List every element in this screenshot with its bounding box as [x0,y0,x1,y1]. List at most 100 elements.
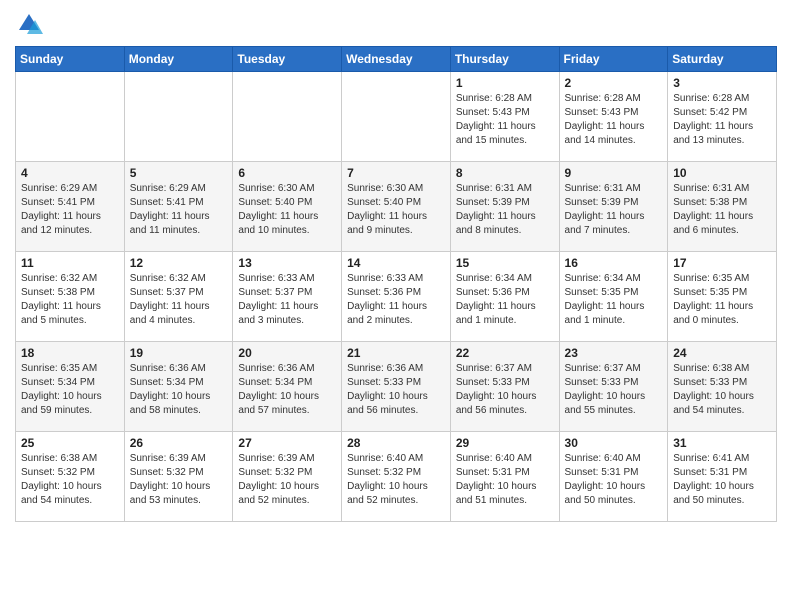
calendar-cell: 1 Sunrise: 6:28 AM Sunset: 5:43 PM Daylig… [450,72,559,162]
day-info: Sunrise: 6:40 AM Sunset: 5:32 PM Dayligh… [347,452,445,508]
calendar-cell: 10 Sunrise: 6:31 AM Sunset: 5:38 PM Dayli… [668,162,777,252]
day-info: Sunrise: 6:36 AM Sunset: 5:34 PM Dayligh… [130,362,228,418]
calendar-cell: 9 Sunrise: 6:31 AM Sunset: 5:39 PM Daylig… [559,162,668,252]
day-info: Sunrise: 6:32 AM Sunset: 5:37 PM Dayligh… [130,272,228,328]
page-header [15,10,777,38]
logo [15,10,47,38]
calendar-cell: 8 Sunrise: 6:31 AM Sunset: 5:39 PM Daylig… [450,162,559,252]
day-number: 24 [673,346,771,360]
week-row-4: 25 Sunrise: 6:38 AM Sunset: 5:32 PM Dayli… [16,432,777,522]
day-info: Sunrise: 6:33 AM Sunset: 5:36 PM Dayligh… [347,272,445,328]
day-number: 8 [456,166,554,180]
calendar-cell: 27 Sunrise: 6:39 AM Sunset: 5:32 PM Dayli… [233,432,342,522]
day-number: 1 [456,76,554,90]
calendar-cell: 7 Sunrise: 6:30 AM Sunset: 5:40 PM Daylig… [342,162,451,252]
calendar-cell: 4 Sunrise: 6:29 AM Sunset: 5:41 PM Daylig… [16,162,125,252]
calendar-cell: 3 Sunrise: 6:28 AM Sunset: 5:42 PM Daylig… [668,72,777,162]
week-row-1: 4 Sunrise: 6:29 AM Sunset: 5:41 PM Daylig… [16,162,777,252]
calendar-cell: 26 Sunrise: 6:39 AM Sunset: 5:32 PM Dayli… [124,432,233,522]
day-info: Sunrise: 6:35 AM Sunset: 5:35 PM Dayligh… [673,272,771,328]
day-number: 27 [238,436,336,450]
day-info: Sunrise: 6:29 AM Sunset: 5:41 PM Dayligh… [21,182,119,238]
day-number: 25 [21,436,119,450]
calendar-cell: 6 Sunrise: 6:30 AM Sunset: 5:40 PM Daylig… [233,162,342,252]
day-info: Sunrise: 6:30 AM Sunset: 5:40 PM Dayligh… [347,182,445,238]
day-number: 10 [673,166,771,180]
day-info: Sunrise: 6:30 AM Sunset: 5:40 PM Dayligh… [238,182,336,238]
day-info: Sunrise: 6:38 AM Sunset: 5:32 PM Dayligh… [21,452,119,508]
day-info: Sunrise: 6:31 AM Sunset: 5:39 PM Dayligh… [456,182,554,238]
day-number: 13 [238,256,336,270]
calendar-cell [342,72,451,162]
day-number: 26 [130,436,228,450]
day-number: 23 [565,346,663,360]
calendar-cell: 19 Sunrise: 6:36 AM Sunset: 5:34 PM Dayli… [124,342,233,432]
calendar-cell: 13 Sunrise: 6:33 AM Sunset: 5:37 PM Dayli… [233,252,342,342]
day-info: Sunrise: 6:28 AM Sunset: 5:43 PM Dayligh… [456,92,554,148]
week-row-0: 1 Sunrise: 6:28 AM Sunset: 5:43 PM Daylig… [16,72,777,162]
calendar-cell: 29Sunrise: 6:40 AM Sunset: 5:31 PM Dayli… [450,432,559,522]
day-info: Sunrise: 6:40 AM Sunset: 5:31 PM Dayligh… [456,452,554,508]
day-info: Sunrise: 6:28 AM Sunset: 5:42 PM Dayligh… [673,92,771,148]
header-thursday: Thursday [450,47,559,72]
day-number: 20 [238,346,336,360]
day-number: 6 [238,166,336,180]
calendar-cell: 18Sunrise: 6:35 AM Sunset: 5:34 PM Dayli… [16,342,125,432]
day-info: Sunrise: 6:39 AM Sunset: 5:32 PM Dayligh… [130,452,228,508]
day-number: 28 [347,436,445,450]
day-number: 9 [565,166,663,180]
header-saturday: Saturday [668,47,777,72]
day-info: Sunrise: 6:31 AM Sunset: 5:38 PM Dayligh… [673,182,771,238]
calendar-cell: 20 Sunrise: 6:36 AM Sunset: 5:34 PM Dayli… [233,342,342,432]
calendar-cell [233,72,342,162]
calendar-cell: 12Sunrise: 6:32 AM Sunset: 5:37 PM Dayli… [124,252,233,342]
header-monday: Monday [124,47,233,72]
header-sunday: Sunday [16,47,125,72]
calendar-cell: 14 Sunrise: 6:33 AM Sunset: 5:36 PM Dayli… [342,252,451,342]
calendar-cell: 2Sunrise: 6:28 AM Sunset: 5:43 PM Daylig… [559,72,668,162]
calendar-cell: 31Sunrise: 6:41 AM Sunset: 5:31 PM Dayli… [668,432,777,522]
day-info: Sunrise: 6:29 AM Sunset: 5:41 PM Dayligh… [130,182,228,238]
day-info: Sunrise: 6:33 AM Sunset: 5:37 PM Dayligh… [238,272,336,328]
calendar-cell [16,72,125,162]
day-info: Sunrise: 6:35 AM Sunset: 5:34 PM Dayligh… [21,362,119,418]
day-number: 5 [130,166,228,180]
day-number: 15 [456,256,554,270]
calendar-cell: 16Sunrise: 6:34 AM Sunset: 5:35 PM Dayli… [559,252,668,342]
calendar-cell [124,72,233,162]
calendar-cell: 22 Sunrise: 6:37 AM Sunset: 5:33 PM Dayli… [450,342,559,432]
logo-icon [15,10,43,38]
header-tuesday: Tuesday [233,47,342,72]
calendar-cell: 30Sunrise: 6:40 AM Sunset: 5:31 PM Dayli… [559,432,668,522]
header-wednesday: Wednesday [342,47,451,72]
calendar-table: SundayMondayTuesdayWednesdayThursdayFrid… [15,46,777,522]
calendar-header-row: SundayMondayTuesdayWednesdayThursdayFrid… [16,47,777,72]
day-number: 16 [565,256,663,270]
calendar-cell: 11Sunrise: 6:32 AM Sunset: 5:38 PM Dayli… [16,252,125,342]
day-number: 11 [21,256,119,270]
day-number: 17 [673,256,771,270]
header-friday: Friday [559,47,668,72]
day-number: 22 [456,346,554,360]
day-info: Sunrise: 6:28 AM Sunset: 5:43 PM Dayligh… [565,92,663,148]
day-number: 7 [347,166,445,180]
calendar-cell: 28 Sunrise: 6:40 AM Sunset: 5:32 PM Dayli… [342,432,451,522]
calendar-cell: 5 Sunrise: 6:29 AM Sunset: 5:41 PM Daylig… [124,162,233,252]
day-info: Sunrise: 6:39 AM Sunset: 5:32 PM Dayligh… [238,452,336,508]
calendar-cell: 17 Sunrise: 6:35 AM Sunset: 5:35 PM Dayli… [668,252,777,342]
day-number: 19 [130,346,228,360]
day-info: Sunrise: 6:40 AM Sunset: 5:31 PM Dayligh… [565,452,663,508]
day-info: Sunrise: 6:36 AM Sunset: 5:34 PM Dayligh… [238,362,336,418]
day-info: Sunrise: 6:37 AM Sunset: 5:33 PM Dayligh… [456,362,554,418]
day-number: 14 [347,256,445,270]
day-info: Sunrise: 6:36 AM Sunset: 5:33 PM Dayligh… [347,362,445,418]
day-info: Sunrise: 6:31 AM Sunset: 5:39 PM Dayligh… [565,182,663,238]
day-number: 4 [21,166,119,180]
calendar-cell: 24Sunrise: 6:38 AM Sunset: 5:33 PM Dayli… [668,342,777,432]
calendar-cell: 25 Sunrise: 6:38 AM Sunset: 5:32 PM Dayli… [16,432,125,522]
day-number: 21 [347,346,445,360]
day-info: Sunrise: 6:41 AM Sunset: 5:31 PM Dayligh… [673,452,771,508]
day-info: Sunrise: 6:34 AM Sunset: 5:36 PM Dayligh… [456,272,554,328]
day-number: 3 [673,76,771,90]
calendar-cell: 15 Sunrise: 6:34 AM Sunset: 5:36 PM Dayli… [450,252,559,342]
